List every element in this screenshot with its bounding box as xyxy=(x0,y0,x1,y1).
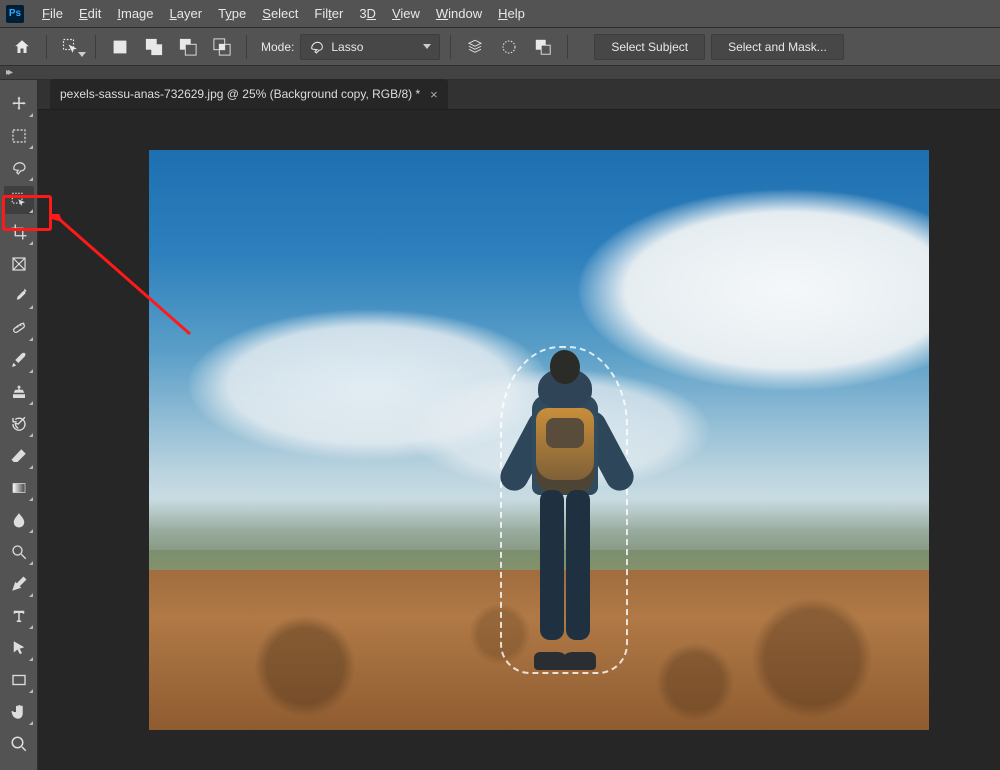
menu-type[interactable]: Type xyxy=(210,2,254,25)
close-icon[interactable]: × xyxy=(430,87,438,102)
menu-edit[interactable]: Edit xyxy=(71,2,109,25)
divider xyxy=(46,35,47,59)
expand-panels-icon: ▸▸ xyxy=(6,67,10,78)
menubar: Ps File Edit Image Layer Type Select Fil… xyxy=(0,0,1000,28)
menu-file[interactable]: File xyxy=(34,2,71,25)
dodge-tool[interactable] xyxy=(4,538,34,566)
toolbar xyxy=(1,86,37,758)
object-subtract-button[interactable] xyxy=(529,33,557,61)
document-area: pexels-sassu-anas-732629.jpg @ 25% (Back… xyxy=(38,80,1000,770)
divider xyxy=(567,35,568,59)
menu-filter[interactable]: Filter xyxy=(306,2,351,25)
divider xyxy=(95,35,96,59)
document-tab[interactable]: pexels-sassu-anas-732629.jpg @ 25% (Back… xyxy=(50,79,448,109)
menu-window[interactable]: Window xyxy=(428,2,490,25)
clone-stamp-tool[interactable] xyxy=(4,378,34,406)
main-area: pexels-sassu-anas-732629.jpg @ 25% (Back… xyxy=(0,80,1000,770)
pen-tool[interactable] xyxy=(4,570,34,598)
rectangle-tool[interactable] xyxy=(4,666,34,694)
mode-value: Lasso xyxy=(331,40,363,54)
divider xyxy=(450,35,451,59)
enhance-edge-button[interactable] xyxy=(495,33,523,61)
tool-preset-picker[interactable] xyxy=(57,33,85,61)
path-selection-tool[interactable] xyxy=(4,634,34,662)
menu-3d[interactable]: 3D xyxy=(351,2,384,25)
canvas[interactable] xyxy=(149,150,929,730)
menu-help[interactable]: Help xyxy=(490,2,533,25)
gradient-tool[interactable] xyxy=(4,474,34,502)
eraser-tool[interactable] xyxy=(4,442,34,470)
image-subject-person xyxy=(504,350,624,670)
menu-layer[interactable]: Layer xyxy=(162,2,211,25)
menu-select[interactable]: Select xyxy=(254,2,306,25)
lasso-tool[interactable] xyxy=(4,154,34,182)
move-tool[interactable] xyxy=(4,90,34,118)
brush-tool[interactable] xyxy=(4,346,34,374)
new-selection-button[interactable] xyxy=(106,33,134,61)
blur-tool[interactable] xyxy=(4,506,34,534)
left-sidebar xyxy=(0,80,38,770)
object-selection-tool[interactable] xyxy=(4,186,34,214)
hand-tool[interactable] xyxy=(4,698,34,726)
menu-image[interactable]: Image xyxy=(109,2,161,25)
chevron-down-icon xyxy=(78,52,86,57)
zoom-tool[interactable] xyxy=(4,730,34,758)
mode-dropdown[interactable]: Lasso xyxy=(300,34,440,60)
document-tab-bar: pexels-sassu-anas-732629.jpg @ 25% (Back… xyxy=(38,80,1000,110)
divider xyxy=(246,35,247,59)
app-logo: Ps xyxy=(6,5,24,23)
sample-all-layers-button[interactable] xyxy=(461,33,489,61)
healing-brush-tool[interactable] xyxy=(4,314,34,342)
intersect-selection-button[interactable] xyxy=(208,33,236,61)
frame-tool[interactable] xyxy=(4,250,34,278)
mode-label: Mode: xyxy=(261,40,294,54)
canvas-viewport[interactable] xyxy=(38,110,1000,770)
menu-view[interactable]: View xyxy=(384,2,428,25)
document-tab-title: pexels-sassu-anas-732629.jpg @ 25% (Back… xyxy=(60,87,420,101)
select-and-mask-button[interactable]: Select and Mask... xyxy=(711,34,844,60)
chevron-down-icon xyxy=(423,44,431,49)
type-tool[interactable] xyxy=(4,602,34,630)
history-brush-tool[interactable] xyxy=(4,410,34,438)
subtract-from-selection-button[interactable] xyxy=(174,33,202,61)
eyedropper-tool[interactable] xyxy=(4,282,34,310)
select-subject-button[interactable]: Select Subject xyxy=(594,34,705,60)
home-button[interactable] xyxy=(8,33,36,61)
crop-tool[interactable] xyxy=(4,218,34,246)
options-bar: Mode: Lasso Select Subject Select and Ma… xyxy=(0,28,1000,66)
marquee-tool[interactable] xyxy=(4,122,34,150)
add-to-selection-button[interactable] xyxy=(140,33,168,61)
panel-collapse-strip[interactable]: ▸▸ xyxy=(0,66,1000,80)
